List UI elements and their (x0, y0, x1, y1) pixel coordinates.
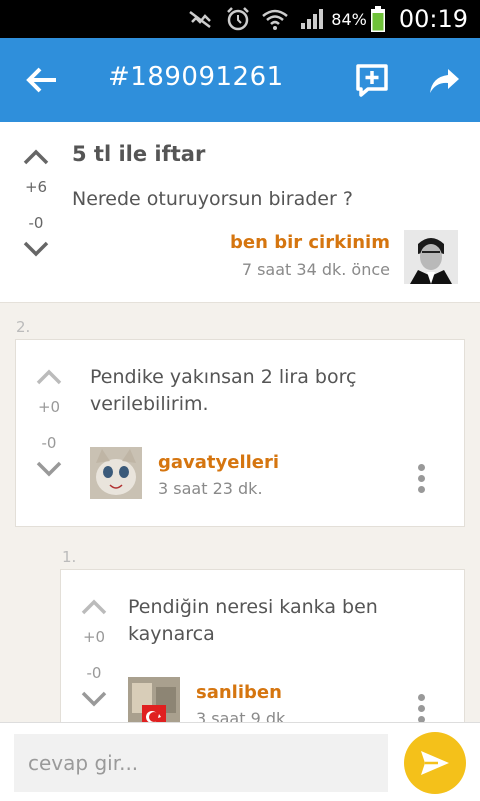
battery-percent: 84% (331, 9, 367, 29)
signal-icon (299, 7, 325, 31)
reply-input[interactable] (14, 734, 388, 792)
comment-text-line: verilebilirim. (90, 393, 209, 415)
upvote-count: +0 (82, 628, 106, 646)
comment-text-line: Pendiğin neresi kanka ben (128, 596, 378, 618)
downvote-count: -0 (86, 664, 102, 682)
comment-level: 1. (62, 548, 77, 566)
downvote-icon[interactable] (35, 460, 63, 478)
post-card: +6 -0 5 tl ile iftar Nerede oturuyorsun … (0, 122, 480, 303)
post-title: 5 tl ile iftar (72, 142, 206, 166)
battery-icon (370, 6, 385, 32)
downvote-count: -0 (28, 214, 44, 232)
wifi-icon (261, 7, 289, 31)
app-bar: #189091261 (0, 38, 480, 122)
comment-author[interactable]: gavatyelleri (158, 452, 279, 473)
upvote-icon[interactable] (22, 148, 50, 166)
overflow-menu-icon[interactable] (416, 694, 426, 724)
comment-text-line: kaynarca (128, 623, 215, 645)
comment-time: 3 saat 23 dk. (158, 479, 263, 498)
comment-text: Pendike yakınsan 2 lira borç verilebilir… (90, 364, 356, 418)
comment-level: 2. (16, 318, 31, 336)
comment-vote-column: +0 -0 (74, 598, 114, 708)
upvote-icon[interactable] (80, 598, 108, 616)
comment-author-avatar[interactable] (90, 447, 142, 499)
notifications-muted-icon (187, 8, 215, 30)
comment-text-line: Pendike yakınsan 2 lira borç (90, 366, 357, 388)
downvote-icon[interactable] (22, 240, 50, 258)
post-vote-column: +6 -0 (16, 148, 56, 258)
downvote-icon[interactable] (80, 690, 108, 708)
post-author-avatar[interactable] (404, 230, 458, 284)
status-bar: 84% 00:19 (0, 0, 480, 38)
page-title: #189091261 (108, 62, 284, 92)
reply-bar (0, 722, 480, 801)
upvote-count: +0 (37, 398, 61, 416)
comment-card: +0 -0 Pendike yakınsan 2 lira borç veril… (15, 339, 465, 527)
alarm-icon (225, 6, 251, 32)
post-time: 7 saat 34 dk. önce (241, 260, 390, 279)
send-icon (421, 751, 449, 775)
post-body: Nerede oturuyorsun birader ? (72, 188, 353, 210)
upvote-count: +6 (24, 178, 48, 196)
comment-text: Pendiğin neresi kanka ben kaynarca (128, 594, 378, 648)
post-author[interactable]: ben bir cirkinim (230, 232, 390, 253)
downvote-count: -0 (41, 434, 57, 452)
comment-author[interactable]: sanliben (196, 682, 282, 703)
add-comment-icon[interactable] (354, 62, 390, 98)
clock: 00:19 (398, 5, 468, 33)
send-button[interactable] (404, 732, 466, 794)
comment-vote-column: +0 -0 (29, 368, 69, 478)
back-arrow-icon[interactable] (22, 62, 62, 98)
upvote-icon[interactable] (35, 368, 63, 386)
share-icon[interactable] (426, 62, 462, 98)
overflow-menu-icon[interactable] (416, 464, 426, 494)
